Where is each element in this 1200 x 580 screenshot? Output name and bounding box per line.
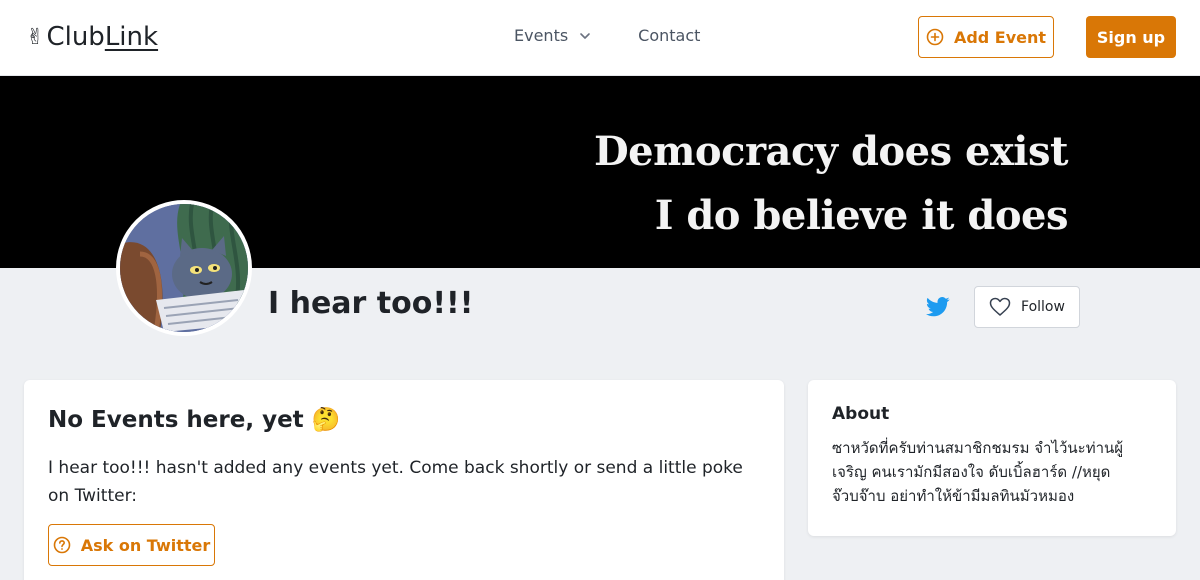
top-navigation-bar: ✌ Club Link Events Contact Add Event Sign… — [0, 0, 1200, 76]
banner-line-1: Democracy does exist — [593, 128, 1069, 175]
about-description: ซาหวัดที่ครับท่านสมาชิกชมรม จำไว้นะท่านผ… — [832, 439, 1124, 505]
nav-events-label: Events — [514, 26, 569, 45]
chevron-down-icon — [580, 32, 590, 39]
question-circle-icon — [53, 536, 71, 554]
sign-up-button[interactable]: Sign up — [1086, 16, 1176, 58]
clublink-logo[interactable]: ✌ Club Link — [26, 22, 158, 52]
follow-button[interactable]: Follow — [974, 286, 1080, 328]
twitter-icon — [926, 297, 950, 317]
banner-text: Democracy does exist I do believe it doe… — [593, 120, 1069, 248]
events-empty-title: No Events here, yet 🤔 — [48, 407, 341, 433]
add-event-button[interactable]: Add Event — [918, 16, 1054, 58]
club-avatar — [116, 200, 252, 336]
events-empty-message: I hear too!!! hasn't added any events ye… — [48, 458, 743, 506]
ask-on-twitter-button[interactable]: Ask on Twitter — [48, 524, 215, 566]
logo-text-club: Club — [46, 22, 105, 52]
follow-label: Follow — [1021, 299, 1065, 315]
heart-icon — [989, 297, 1011, 316]
banner-line-2: I do believe it does — [654, 192, 1069, 239]
sign-up-label: Sign up — [1096, 27, 1166, 47]
twitter-link[interactable] — [926, 296, 950, 318]
main-nav: Events Contact — [514, 26, 700, 45]
ask-on-twitter-label: Ask on Twitter — [80, 535, 211, 555]
club-name: I hear too!!! — [268, 286, 474, 321]
nav-events-dropdown[interactable]: Events — [514, 26, 592, 45]
plus-circle-icon — [926, 28, 944, 46]
about-title: About — [832, 404, 890, 424]
logo-text-link: Link — [104, 22, 159, 52]
nav-contact-link[interactable]: Contact — [638, 26, 700, 45]
about-card: About ซาหวัดที่ครับท่านสมาชิกชมรม จำไว้น… — [808, 380, 1176, 536]
nav-contact-label: Contact — [638, 26, 701, 45]
cat-reading-newspaper-image — [120, 204, 248, 332]
events-card: No Events here, yet 🤔 I hear too!!! hasn… — [24, 380, 784, 580]
add-event-label: Add Event — [953, 27, 1047, 47]
victory-hand-icon: ✌ — [26, 24, 45, 50]
